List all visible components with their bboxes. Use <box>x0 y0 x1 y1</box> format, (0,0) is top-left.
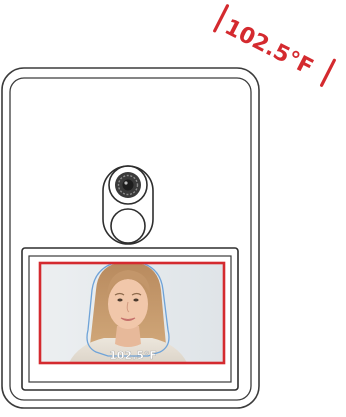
screen-temperature-text: 102.5°F <box>109 349 157 362</box>
temperature-scanner-illustration: 102.5°F 102.5°F <box>1 4 336 409</box>
camera-lens-icon <box>108 165 148 205</box>
alert-bar-right <box>320 58 336 87</box>
screen-display: 102.5°F <box>40 263 224 363</box>
